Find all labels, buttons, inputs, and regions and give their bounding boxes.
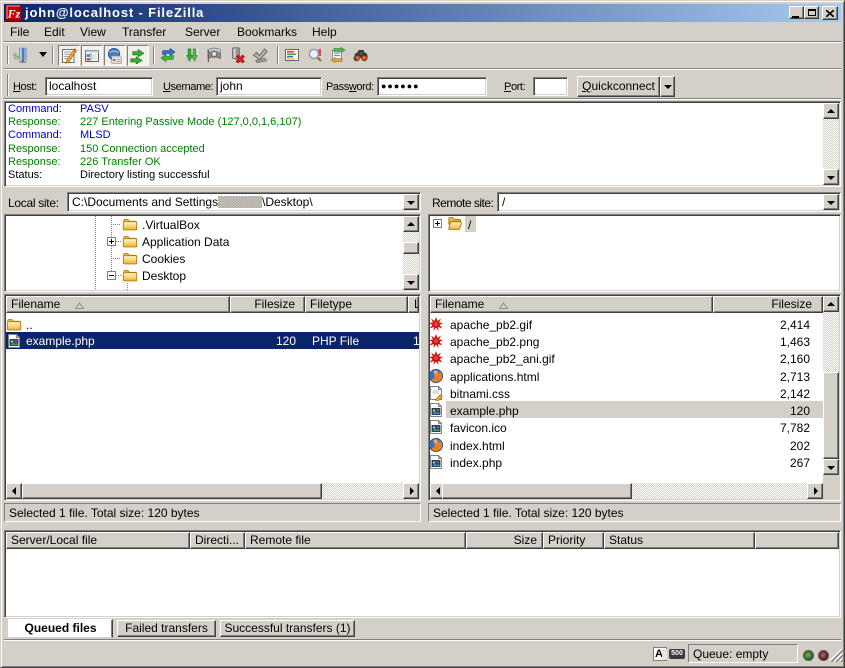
svg-text:Fz: Fz xyxy=(7,7,21,21)
